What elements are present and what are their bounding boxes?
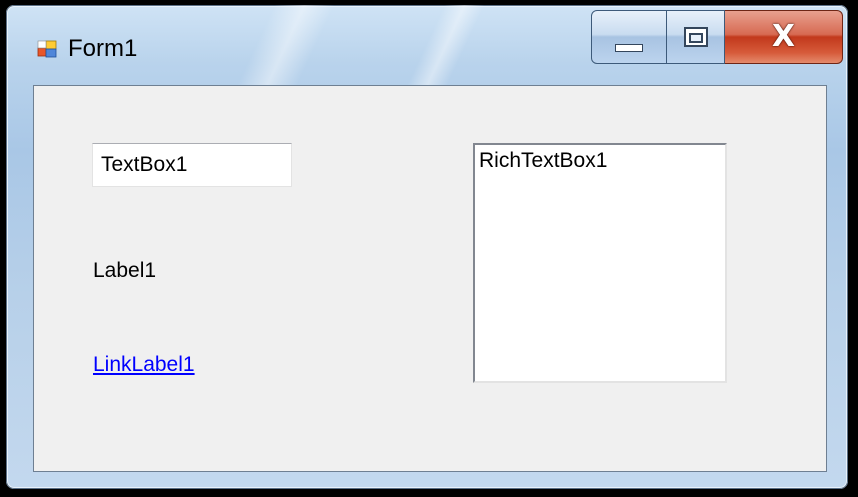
close-button[interactable]: X xyxy=(725,10,843,64)
close-icon: X xyxy=(771,19,796,54)
winforms-form-icon xyxy=(37,40,57,58)
minimize-icon xyxy=(615,44,643,52)
window-title: Form1 xyxy=(68,35,138,62)
textbox1-input[interactable]: TextBox1 xyxy=(92,143,292,187)
caption-buttons: X xyxy=(591,10,843,64)
title-bar[interactable]: Form1 X xyxy=(6,5,848,85)
maximize-icon xyxy=(683,27,708,47)
richtextbox1-input[interactable]: RichTextBox1 xyxy=(473,143,727,383)
form1-window: Form1 X TextBox1 Label1 LinkLabel1 RichT… xyxy=(6,5,848,489)
linklabel1-link[interactable]: LinkLabel1 xyxy=(93,352,195,378)
label1: Label1 xyxy=(93,259,157,282)
maximize-button[interactable] xyxy=(667,10,725,64)
minimize-button[interactable] xyxy=(591,10,667,64)
form-client-area: TextBox1 Label1 LinkLabel1 RichTextBox1 xyxy=(33,85,827,472)
